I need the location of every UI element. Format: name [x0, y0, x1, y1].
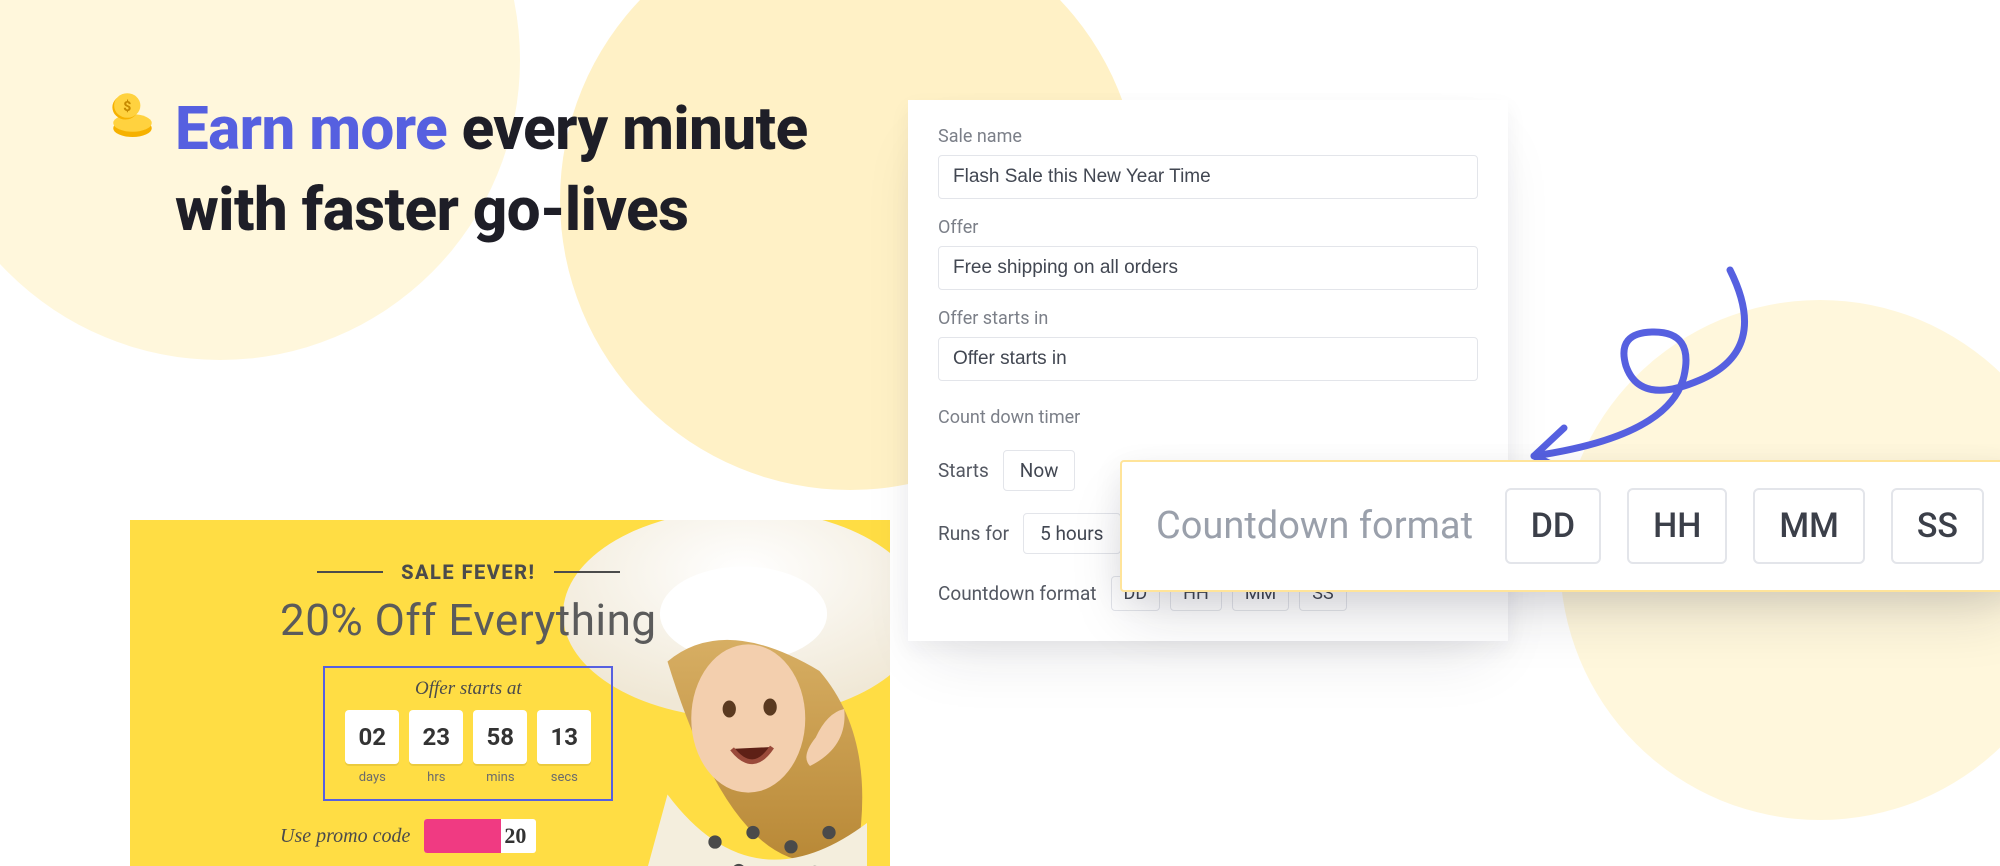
promo-eyebrow: SALE FEVER! — [401, 560, 535, 584]
countdown-card: Offer starts at 02 23 58 13 days hrs min… — [323, 666, 613, 801]
countdown-timer-label: Count down timer — [938, 407, 1478, 428]
offer-input[interactable] — [938, 246, 1478, 290]
countdown-tile-secs: 13 — [537, 710, 591, 764]
promo-banner: SALE FEVER! 20% Off Everything Offer sta… — [130, 520, 890, 866]
offer-starts-label: Offer starts in — [938, 308, 1478, 329]
promo-code-label: Use promo code — [280, 825, 410, 848]
runs-for-label: Runs for — [938, 522, 1009, 545]
runs-for-select[interactable]: 5 hours — [1023, 513, 1120, 554]
offer-starts-input[interactable] — [938, 337, 1478, 381]
promo-code-redaction — [424, 819, 500, 853]
starts-label: Starts — [938, 459, 989, 482]
starts-select[interactable]: Now — [1003, 450, 1076, 491]
svg-text:$: $ — [123, 98, 131, 115]
countdown-caption: mins — [473, 770, 527, 785]
countdown-tile-mins: 58 — [473, 710, 527, 764]
headline-accent: Earn more — [175, 93, 447, 164]
countdown-tile-days: 02 — [345, 710, 399, 764]
callout-chip-hh[interactable]: HH — [1627, 488, 1727, 564]
countdown-caption: days — [345, 770, 399, 785]
promo-code-tail: 20 — [504, 823, 526, 849]
countdown-tile-hours: 23 — [409, 710, 463, 764]
countdown-caption: secs — [537, 770, 591, 785]
promo-code-row: Use promo code 20 — [280, 819, 657, 853]
countdown-label: Offer starts at — [345, 678, 591, 700]
callout-label: Countdown format — [1156, 504, 1479, 548]
callout-chip-mm[interactable]: MM — [1753, 488, 1864, 564]
promo-eyebrow-row: SALE FEVER! — [280, 560, 657, 584]
sale-name-input[interactable] — [938, 155, 1478, 199]
callout-chip-ss[interactable]: SS — [1891, 488, 1984, 564]
swirl-arrow-icon — [1500, 250, 1760, 480]
promo-code-box: 20 — [424, 819, 536, 853]
callout-chip-dd[interactable]: DD — [1505, 488, 1601, 564]
offer-label: Offer — [938, 217, 1478, 238]
page-headline: Earn more every minute with faster go-li… — [175, 88, 875, 250]
coins-icon: $ — [108, 88, 164, 144]
divider — [554, 571, 620, 573]
sale-name-label: Sale name — [938, 126, 1478, 147]
countdown-format-label: Countdown format — [938, 582, 1097, 605]
promo-title: 20% Off Everything — [280, 594, 657, 646]
countdown-format-callout: Countdown format DD HH MM SS — [1120, 460, 2000, 592]
countdown-caption: hrs — [409, 770, 463, 785]
divider — [317, 571, 383, 573]
